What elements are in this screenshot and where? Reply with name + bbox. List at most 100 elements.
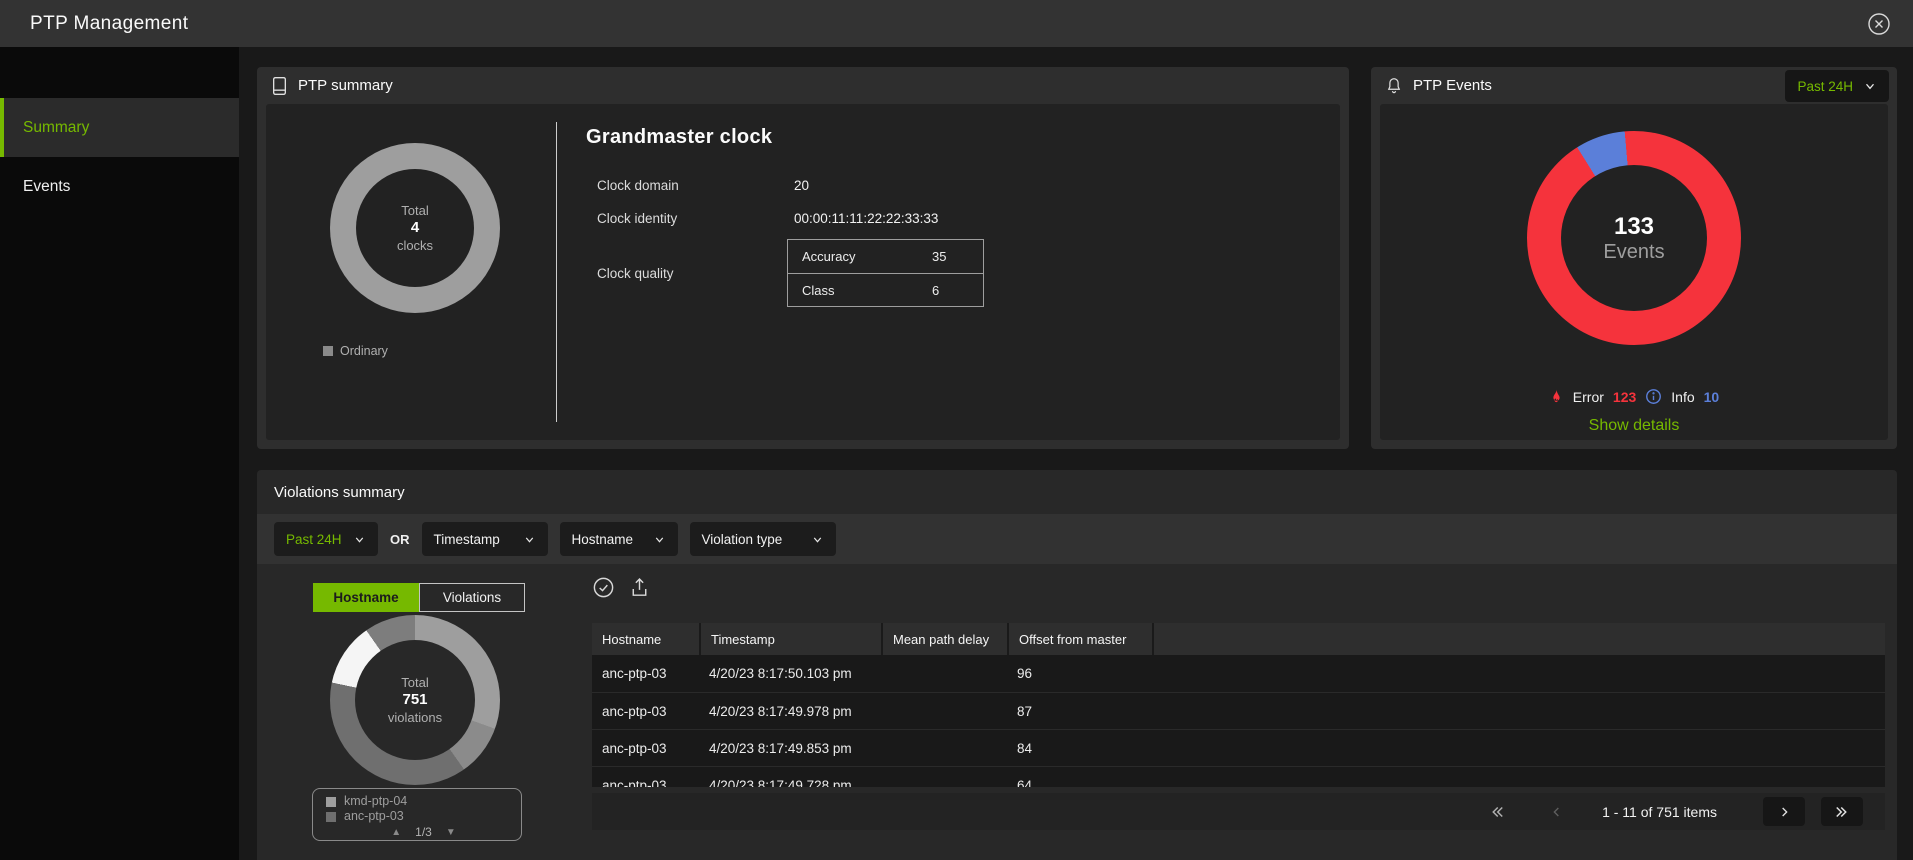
hostname-filter-dropdown[interactable]: Hostname xyxy=(560,522,678,556)
bell-icon xyxy=(1385,76,1403,95)
legend-label-error: Error xyxy=(1573,389,1604,405)
check-circle-icon[interactable] xyxy=(592,576,615,599)
gm-row-clock-domain: Clock domain 20 xyxy=(586,169,1146,202)
cell-spacer xyxy=(1152,655,1885,692)
ptp-summary-panel: PTP summary Total 4 clocks Ordinary Gran… xyxy=(257,67,1349,449)
cell-timestamp: 4/20/23 8:17:50.103 pm xyxy=(699,655,881,692)
violations-title: Violations summary xyxy=(274,484,405,501)
or-label: OR xyxy=(390,532,410,547)
legend-label: kmd-ptp-04 xyxy=(344,794,407,809)
toggle-hostname-button[interactable]: Hostname xyxy=(313,583,419,612)
column-header-offset-from-master[interactable]: Offset from master xyxy=(1007,623,1152,655)
chevron-down-icon xyxy=(353,533,366,546)
events-total-label: Events xyxy=(1603,241,1664,264)
next-page-button[interactable] xyxy=(1763,797,1805,826)
legend-page-indicator: 1/3 xyxy=(415,825,432,839)
violations-table: Hostname Timestamp Mean path delay Offse… xyxy=(592,623,1885,787)
field-label: Clock domain xyxy=(597,178,794,193)
cell-timestamp: 4/20/23 8:17:49.978 pm xyxy=(699,693,881,729)
legend-item: anc-ptp-03 xyxy=(326,809,521,824)
last-page-button[interactable] xyxy=(1821,797,1863,826)
cell-mean-path-delay xyxy=(881,655,1007,692)
legend-value-error: 123 xyxy=(1613,389,1636,405)
table-row[interactable]: anc-ptp-03 4/20/23 8:17:50.103 pm 96 xyxy=(592,655,1885,692)
table-row[interactable]: anc-ptp-03 4/20/23 8:17:49.728 pm 64 xyxy=(592,766,1885,787)
range-value: Past 24H xyxy=(286,532,342,547)
ptp-events-panel: PTP Events Past 24H 133 Events Error 123… xyxy=(1371,67,1897,449)
chevron-down-icon xyxy=(811,533,824,546)
sidebar-item-events[interactable]: Events xyxy=(0,157,239,216)
column-header-timestamp[interactable]: Timestamp xyxy=(699,623,881,655)
donut-center-value: 4 xyxy=(411,219,419,237)
show-details-link[interactable]: Show details xyxy=(1380,417,1888,435)
table-row[interactable]: anc-ptp-03 4/20/23 8:17:49.853 pm 84 xyxy=(592,729,1885,766)
cell-timestamp: 4/20/23 8:17:49.728 pm xyxy=(699,767,881,787)
donut-center-label: Total xyxy=(401,202,428,219)
column-header-mean-path-delay[interactable]: Mean path delay xyxy=(881,623,1007,655)
export-icon[interactable] xyxy=(628,576,651,599)
violations-filter-row: Past 24H OR Timestamp Hostname Violation… xyxy=(274,522,836,556)
violations-legend-box: kmd-ptp-04 anc-ptp-03 ▲ 1/3 ▼ xyxy=(312,788,522,841)
column-header-spacer xyxy=(1152,623,1885,655)
table-row[interactable]: anc-ptp-03 4/20/23 8:17:49.978 pm 87 xyxy=(592,692,1885,729)
clocks-donut-center: Total 4 clocks xyxy=(356,169,474,287)
gm-row-clock-identity: Clock identity 00:00:11:11:22:22:33:33 xyxy=(586,202,1146,235)
column-header-hostname[interactable]: Hostname xyxy=(592,623,699,655)
previous-page-icon[interactable] xyxy=(1546,801,1568,823)
page-title: PTP Management xyxy=(30,13,188,35)
cell-hostname: anc-ptp-03 xyxy=(592,767,699,787)
cell-offset-from-master: 87 xyxy=(1007,693,1152,729)
quality-row-class: Class 6 xyxy=(788,273,983,306)
sidebar-item-label: Summary xyxy=(23,119,89,136)
sidebar-item-label: Events xyxy=(23,178,70,195)
cell-hostname: anc-ptp-03 xyxy=(592,693,699,729)
table-header-row: Hostname Timestamp Mean path delay Offse… xyxy=(592,623,1885,655)
field-label: Clock quality xyxy=(597,266,794,281)
violations-filter-band: Past 24H OR Timestamp Hostname Violation… xyxy=(257,514,1897,564)
timestamp-filter-dropdown[interactable]: Timestamp xyxy=(422,522,548,556)
close-icon[interactable] xyxy=(1867,12,1891,36)
events-total: 133 xyxy=(1614,213,1654,241)
field-value: 00:00:11:11:22:22:33:33 xyxy=(794,211,1146,226)
violation-type-filter-dropdown[interactable]: Violation type xyxy=(690,522,836,556)
ptp-summary-header: PTP summary xyxy=(257,67,1349,104)
quality-label: Accuracy xyxy=(802,249,855,264)
events-legend: Error 123 Info 10 xyxy=(1380,388,1888,405)
journal-icon xyxy=(271,76,288,96)
sidebar-item-summary[interactable]: Summary xyxy=(0,98,239,157)
legend-value-info: 10 xyxy=(1704,389,1720,405)
legend-label: anc-ptp-03 xyxy=(344,809,404,824)
violations-panel: Violations summary Past 24H OR Timestamp… xyxy=(257,470,1897,860)
cell-spacer xyxy=(1152,730,1885,766)
clocks-legend: Ordinary xyxy=(323,344,388,358)
table-body: anc-ptp-03 4/20/23 8:17:50.103 pm 96 anc… xyxy=(592,655,1885,787)
field-label: Clock identity xyxy=(597,211,794,226)
quality-label: Class xyxy=(802,283,835,298)
cell-timestamp: 4/20/23 8:17:49.853 pm xyxy=(699,730,881,766)
quality-row-accuracy: Accuracy 35 xyxy=(788,240,983,273)
vertical-divider xyxy=(556,122,557,422)
panel-title-text: PTP summary xyxy=(298,77,393,94)
cell-offset-from-master: 96 xyxy=(1007,655,1152,692)
violations-donut-center: Total 751 violations xyxy=(355,640,475,760)
grandmaster-title: Grandmaster clock xyxy=(586,126,1146,149)
legend-page-down-icon[interactable]: ▼ xyxy=(446,827,456,838)
hostname-violations-toggle: Hostname Violations xyxy=(313,583,525,612)
events-range-dropdown[interactable]: Past 24H xyxy=(1785,70,1889,102)
filter-label: Violation type xyxy=(702,532,783,547)
legend-item: kmd-ptp-04 xyxy=(326,794,521,809)
quality-value: 6 xyxy=(932,283,939,298)
first-page-icon[interactable] xyxy=(1486,801,1508,823)
sidebar: Summary Events xyxy=(0,47,239,860)
toggle-violations-button[interactable]: Violations xyxy=(419,583,525,612)
legend-pager: ▲ 1/3 ▼ xyxy=(326,825,521,839)
cell-spacer xyxy=(1152,693,1885,729)
donut-center-label: Total xyxy=(401,674,428,691)
cell-spacer xyxy=(1152,767,1885,787)
legend-swatch xyxy=(323,346,333,356)
clock-quality-table: Accuracy 35 Class 6 xyxy=(787,239,984,307)
legend-page-up-icon[interactable]: ▲ xyxy=(391,827,401,838)
legend-label: Ordinary xyxy=(340,344,388,358)
violations-range-dropdown[interactable]: Past 24H xyxy=(274,522,378,556)
filter-label: Hostname xyxy=(572,532,634,547)
